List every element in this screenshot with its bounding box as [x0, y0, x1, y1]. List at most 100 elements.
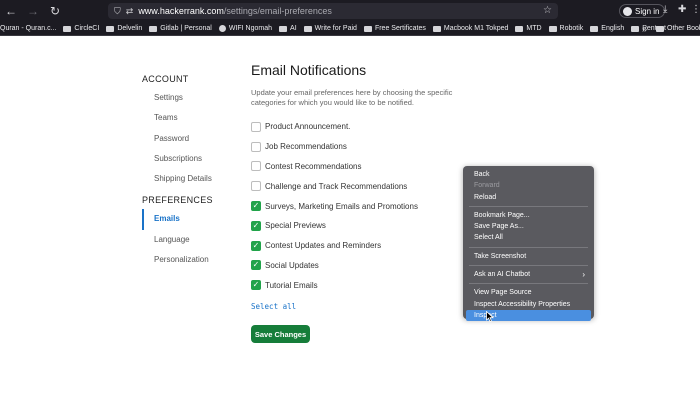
bookmark-item[interactable]: MTD: [515, 25, 542, 32]
checkbox[interactable]: [251, 141, 261, 152]
folder-icon: [432, 25, 441, 32]
email-option[interactable]: ✓ Special Previews: [251, 216, 491, 236]
checkbox[interactable]: [251, 121, 261, 132]
sidebar-item-emails[interactable]: Emails: [142, 209, 232, 230]
bookmark-label: English: [601, 25, 625, 32]
email-option[interactable]: ✓ Tutorial Emails: [251, 275, 491, 295]
reload-icon[interactable]: ↻: [47, 3, 63, 19]
back-icon[interactable]: ←: [3, 3, 19, 19]
context-menu: Back Forward Reload Bookmark Page... Save Pa…: [463, 166, 594, 322]
url-text[interactable]: www.hackerrank.com/settings/email-prefer…: [138, 6, 332, 16]
folder-icon: [279, 25, 288, 32]
sidebar-item-personalization[interactable]: Personalization: [142, 250, 232, 270]
email-option[interactable]: ✓ Contest Updates and Reminders: [251, 236, 491, 256]
email-option[interactable]: Challenge and Track Recommendations: [251, 176, 491, 196]
email-option[interactable]: Product Announcement.: [251, 117, 491, 137]
folder-icon: [149, 25, 158, 32]
bookmark-label: AI: [290, 25, 297, 32]
preferences-heading: PREFERENCES: [142, 195, 213, 206]
bookmark-item[interactable]: English: [590, 25, 624, 32]
bookmark-item[interactable]: Macbook M1 Tokped: [432, 25, 508, 32]
menu-item-save-page-as[interactable]: Save Page As...: [466, 221, 591, 232]
menu-item-view-page-source[interactable]: View Page Source: [466, 287, 591, 298]
bookmark-item[interactable]: CircleCI: [63, 25, 99, 32]
menu-item-ask-an-ai-chatbot[interactable]: Ask an AI Chatbot ›: [466, 269, 591, 280]
menu-item-forward[interactable]: Forward: [466, 180, 591, 191]
sidebar-item-subscriptions[interactable]: Subscriptions: [142, 149, 232, 169]
folder-icon: [63, 25, 72, 32]
menu-icon[interactable]: ⋮: [691, 4, 700, 15]
save-changes-button[interactable]: Save Changes: [251, 325, 310, 344]
checkbox[interactable]: ✓: [251, 260, 261, 271]
page-title: Email Notifications: [251, 62, 367, 78]
menu-divider: [469, 283, 588, 285]
bookmark-item[interactable]: Gitlab | Personal: [149, 25, 212, 32]
address-bar[interactable]: ⛉ ⇄ www.hackerrank.com/settings/email-pr…: [108, 3, 558, 19]
menu-item-take-screenshot[interactable]: Take Screenshot: [466, 251, 591, 262]
download-icon[interactable]: ⤓: [663, 4, 667, 15]
email-option[interactable]: ✓ Social Updates: [251, 256, 491, 276]
mouse-cursor-icon: [486, 311, 494, 322]
menu-item-select-all[interactable]: Select All: [466, 232, 591, 243]
bookmark-item[interactable]: AI: [279, 25, 297, 32]
extensions-icon[interactable]: ✚: [678, 4, 686, 15]
menu-item-label: View Page Source: [474, 289, 532, 297]
bookmark-item[interactable]: WIFI Ngomah: [218, 25, 273, 32]
option-label: Tutorial Emails: [265, 280, 318, 290]
folder-icon: [631, 25, 640, 32]
select-all-link[interactable]: Select all: [251, 302, 491, 314]
email-option[interactable]: Contest Recommendations: [251, 157, 491, 177]
email-option[interactable]: Job Recommendations: [251, 137, 491, 157]
menu-item-label: Back: [474, 171, 490, 178]
star-icon[interactable]: ☆: [543, 5, 552, 16]
menu-item-label: Select All: [474, 234, 503, 242]
tune-icon[interactable]: ⇄: [126, 6, 134, 17]
menu-item-label: Save Page As...: [474, 223, 524, 231]
sidebar-item-language[interactable]: Language: [142, 230, 232, 250]
bookmark-item[interactable]: Write for Paid: [303, 25, 357, 32]
sidebar-item-password[interactable]: Password: [142, 129, 232, 149]
folder-icon: [106, 25, 115, 32]
folder-icon: [656, 26, 664, 32]
checkbox[interactable]: ✓: [251, 280, 261, 291]
menu-item-label: Take Screenshot: [474, 252, 527, 260]
signin-button[interactable]: Sign in: [619, 4, 666, 18]
other-bookmarks[interactable]: Other Bookm: [656, 22, 700, 35]
bookmark-item[interactable]: Robotik: [548, 25, 584, 32]
option-label: Social Updates: [265, 260, 319, 270]
menu-divider: [469, 205, 588, 207]
sidebar-item-settings[interactable]: Settings: [142, 88, 232, 108]
signin-label: Sign in: [635, 6, 660, 16]
bookmark-item[interactable]: Quran - Quran.c...: [0, 25, 56, 32]
menu-item-inspect[interactable]: Inspect: [466, 309, 591, 322]
menu-item-label: Inspect Accessibility Properties: [474, 300, 571, 308]
menu-item-inspect-accessibility-properties[interactable]: Inspect Accessibility Properties: [466, 299, 591, 310]
menu-item-bookmark-page[interactable]: Bookmark Page...: [466, 210, 591, 221]
bookmark-label: Robotik: [559, 25, 584, 32]
shield-icon[interactable]: ⛉: [114, 6, 121, 17]
folder-icon: [515, 25, 524, 32]
option-label: Contest Updates and Reminders: [265, 241, 382, 251]
bookmark-label: Gitlab | Personal: [160, 25, 212, 32]
option-label: Contest Recommendations: [265, 161, 362, 171]
bookmark-label: WIFI Ngomah: [228, 25, 273, 32]
sidebar-item-shipping-details[interactable]: Shipping Details: [142, 169, 232, 189]
menu-item-back[interactable]: Back: [466, 169, 591, 180]
checkbox[interactable]: ✓: [251, 240, 261, 251]
option-label: Product Announcement.: [265, 122, 351, 132]
checkbox[interactable]: [251, 181, 261, 192]
forward-icon[interactable]: →: [25, 3, 41, 19]
email-option[interactable]: ✓ Surveys, Marketing Emails and Promotion…: [251, 196, 491, 216]
bookmark-item[interactable]: Free Sertificates: [363, 25, 426, 32]
sidebar-item-teams[interactable]: Teams: [142, 108, 232, 128]
checkbox[interactable]: ✓: [251, 220, 261, 231]
bookmarks-overflow-icon[interactable]: »: [642, 22, 647, 35]
menu-item-reload[interactable]: Reload: [466, 192, 591, 203]
globe-icon: [218, 25, 226, 32]
checkbox[interactable]: ✓: [251, 201, 261, 212]
bookmark-item[interactable]: Delvelin: [106, 25, 142, 32]
checkbox[interactable]: [251, 161, 261, 172]
account-heading: ACCOUNT: [142, 74, 189, 84]
bookmark-label: Delvelin: [117, 25, 143, 32]
chevron-right-icon: ›: [582, 270, 585, 280]
